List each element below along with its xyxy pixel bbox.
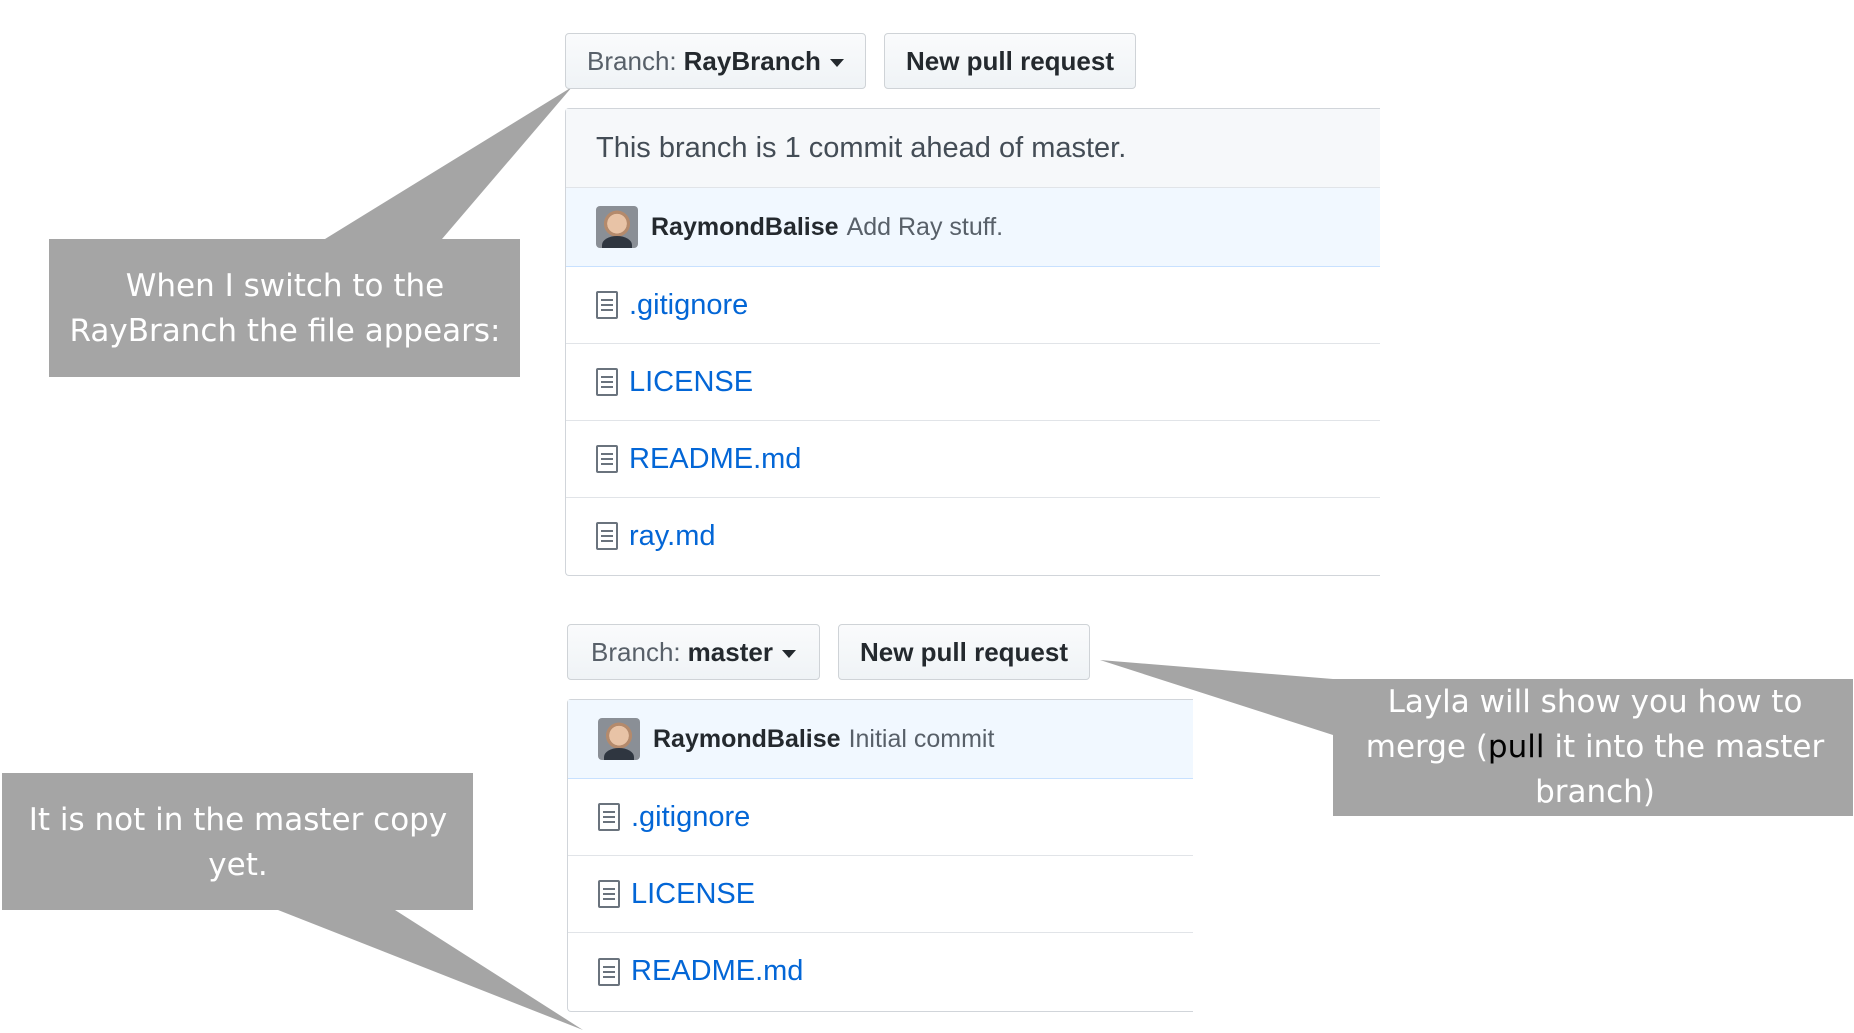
callout-merge-label: Layla will show you how to merge (pull i…	[1348, 680, 1842, 815]
branch-name: RayBranch	[683, 45, 821, 76]
callout-master-label: It is not in the master copy yet.	[28, 802, 448, 883]
file-link[interactable]: .gitignore	[629, 289, 748, 322]
file-link[interactable]: ray.md	[629, 520, 715, 553]
avatar[interactable]	[596, 206, 638, 248]
new-pull-request-label: New pull request	[859, 636, 1069, 667]
callout-raybranch-label: When I switch to the RayBranch the file …	[69, 268, 501, 349]
branch-ahead-notice: This branch is 1 commit ahead of master.	[566, 109, 1380, 188]
caret-down-icon	[781, 650, 796, 658]
commit-message[interactable]: Initial commit	[849, 725, 995, 754]
file-row[interactable]: ray.md	[566, 498, 1380, 574]
caret-down-icon	[829, 59, 844, 67]
branch-prefix: Branch:	[587, 45, 677, 76]
file-icon	[596, 291, 618, 319]
file-icon	[596, 368, 618, 396]
file-row[interactable]: README.md	[568, 933, 1193, 1010]
branch-name: master	[687, 636, 773, 667]
file-link[interactable]: LICENSE	[631, 878, 755, 911]
file-row[interactable]: README.md	[566, 421, 1380, 498]
file-row[interactable]: LICENSE	[568, 856, 1193, 933]
callout-raybranch-text: When I switch to the RayBranch the file …	[60, 245, 510, 373]
branch-prefix: Branch:	[591, 636, 681, 667]
new-pull-request-button[interactable]: New pull request	[884, 33, 1136, 89]
callout-merge-after: it into the master branch)	[1535, 729, 1825, 810]
callout-master-text: It is not in the master copy yet.	[14, 779, 462, 907]
callout-merge-text: Layla will show you how to merge (pull i…	[1348, 681, 1842, 814]
new-pull-request-label: New pull request	[905, 45, 1115, 76]
commit-message[interactable]: Add Ray stuff.	[847, 213, 1004, 242]
file-icon	[598, 803, 620, 831]
file-icon	[596, 445, 618, 473]
latest-commit-row[interactable]: RaymondBalise Initial commit	[568, 700, 1193, 779]
file-icon	[598, 880, 620, 908]
file-link[interactable]: LICENSE	[629, 366, 753, 399]
commit-author[interactable]: RaymondBalise	[651, 213, 839, 242]
file-icon	[596, 522, 618, 550]
branch-selector-master[interactable]: Branch: master	[567, 624, 820, 680]
avatar[interactable]	[598, 718, 640, 760]
latest-commit-row[interactable]: RaymondBalise Add Ray stuff.	[566, 188, 1380, 267]
file-row[interactable]: LICENSE	[566, 344, 1380, 421]
ahead-message: This branch is 1 commit ahead of master.	[596, 131, 1127, 164]
file-list-master: RaymondBalise Initial commit .gitignore …	[567, 699, 1193, 1012]
file-link[interactable]: .gitignore	[631, 801, 750, 834]
file-row[interactable]: .gitignore	[568, 779, 1193, 856]
file-list-raybranch: This branch is 1 commit ahead of master.…	[565, 108, 1380, 576]
file-row[interactable]: .gitignore	[566, 267, 1380, 344]
commit-author[interactable]: RaymondBalise	[653, 725, 841, 754]
branch-selector-raybranch[interactable]: Branch: RayBranch	[565, 33, 866, 89]
file-link[interactable]: README.md	[631, 955, 803, 988]
file-icon	[598, 957, 620, 986]
new-pull-request-button[interactable]: New pull request	[838, 624, 1090, 680]
callout-merge-highlight: pull	[1487, 729, 1545, 765]
file-link[interactable]: README.md	[629, 443, 801, 476]
